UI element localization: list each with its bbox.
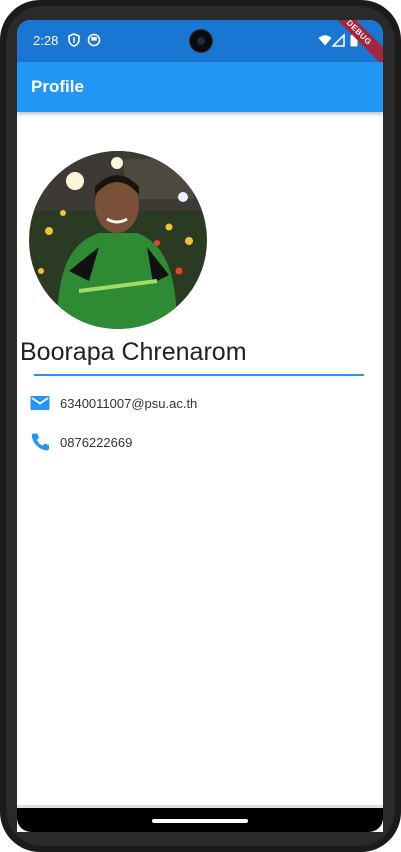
profile-name: Boorapa Chrenarom [20, 338, 247, 366]
app-bar: Profile [17, 62, 383, 112]
signal-icon [332, 33, 345, 47]
shield-icon [68, 33, 80, 47]
phone-row[interactable]: 0876222669 [29, 431, 229, 455]
name-divider [34, 374, 364, 376]
wifi-icon [318, 35, 332, 46]
home-indicator[interactable] [152, 819, 248, 823]
page-title: Profile [31, 77, 84, 96]
email-text: 6340011007@psu.ac.th [60, 396, 198, 411]
phone-icon [31, 433, 49, 451]
avatar [29, 151, 207, 329]
status-bar: 2:28 DEBUG [17, 20, 383, 72]
avatar-photo [29, 151, 207, 329]
screen: 2:28 DEBUG Profile Boorapa Chrenarom 634… [17, 20, 383, 832]
email-icon [30, 396, 50, 410]
phone-text: 0876222669 [60, 435, 133, 450]
navigation-bar [17, 808, 383, 832]
front-camera [189, 29, 213, 53]
sd-card-icon [87, 33, 101, 47]
status-time: 2:28 [33, 33, 59, 48]
email-row[interactable]: 6340011007@psu.ac.th [29, 392, 249, 416]
